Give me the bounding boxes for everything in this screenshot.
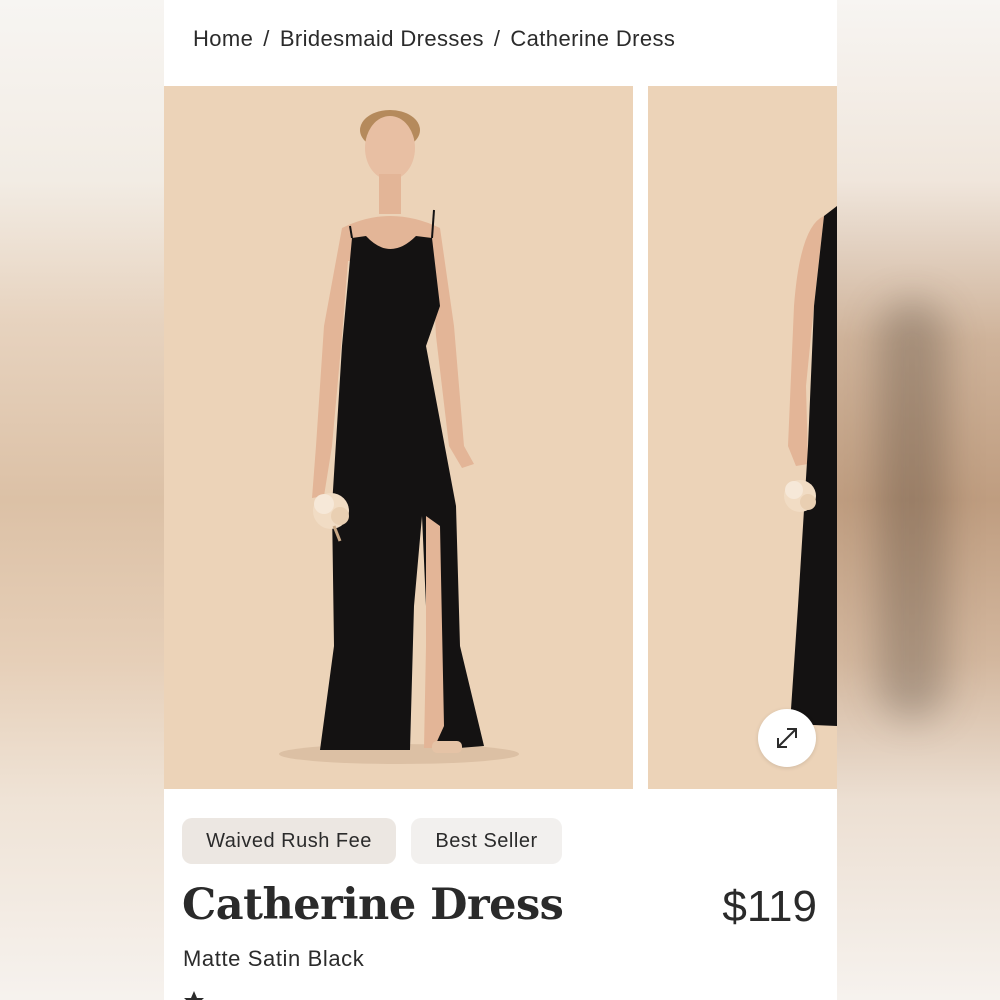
- expand-arrows-icon: [777, 728, 797, 748]
- model-illustration: [164, 86, 633, 789]
- best-seller-badge: Best Seller: [411, 818, 562, 864]
- product-title: Catherine Dress: [182, 880, 564, 930]
- breadcrumb: Home / Bridesmaid Dresses / Catherine Dr…: [193, 26, 675, 52]
- breadcrumb-separator: /: [493, 26, 501, 51]
- blurred-backdrop-right: [837, 0, 1000, 1000]
- image-gallery[interactable]: [164, 86, 837, 789]
- breadcrumb-bridesmaid-dresses[interactable]: Bridesmaid Dresses: [280, 26, 484, 52]
- product-image-next[interactable]: [648, 86, 837, 789]
- model-side-illustration: [648, 86, 837, 789]
- blurred-backdrop-left: [0, 0, 164, 1000]
- waived-rush-fee-badge: Waived Rush Fee: [182, 818, 396, 864]
- star-icon: [184, 991, 204, 1000]
- product-badges: Waived Rush Fee Best Seller: [182, 818, 562, 864]
- breadcrumb-home[interactable]: Home: [193, 26, 253, 52]
- product-variant: Matte Satin Black: [183, 946, 365, 971]
- breadcrumb-separator: /: [263, 26, 270, 51]
- expand-image-button[interactable]: [758, 709, 816, 767]
- rating-row[interactable]: [182, 989, 206, 1000]
- product-image-main[interactable]: [164, 86, 633, 789]
- product-page: Home / Bridesmaid Dresses / Catherine Dr…: [164, 0, 837, 1000]
- breadcrumb-current: Catherine Dress: [510, 26, 676, 51]
- product-price: $119: [722, 882, 817, 931]
